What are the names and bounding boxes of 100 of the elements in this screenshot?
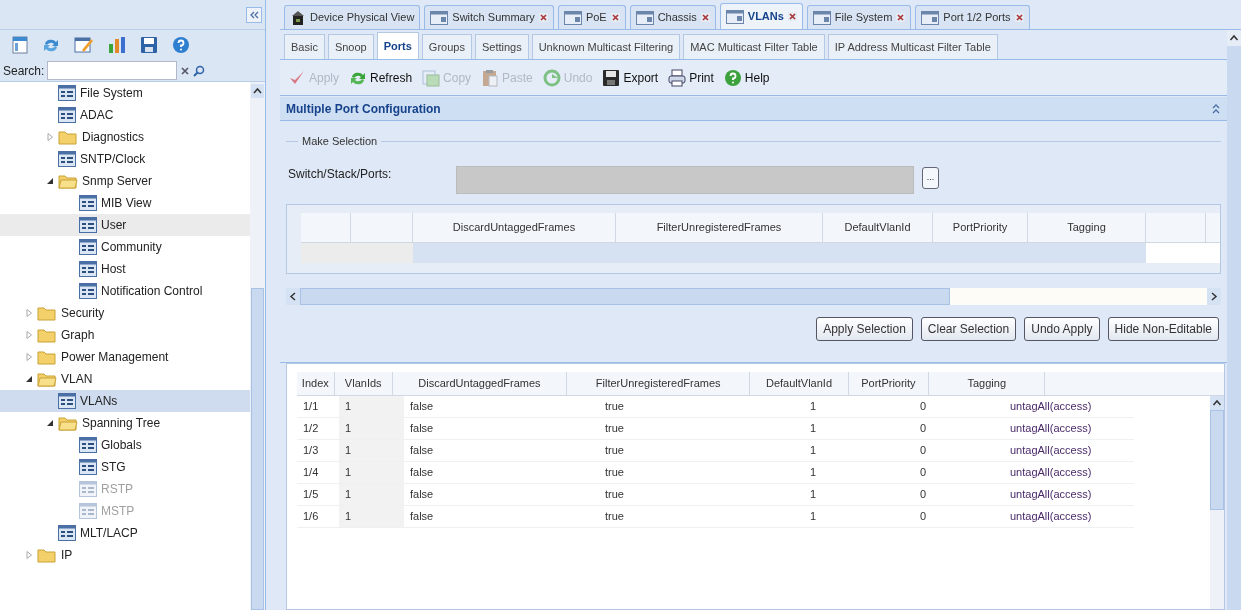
collapsed-arrow-icon[interactable] <box>25 551 33 559</box>
toolbar-button[interactable]: Help <box>723 68 770 87</box>
column-header[interactable]: Index <box>297 371 335 395</box>
tree-item[interactable]: File System <box>0 82 250 104</box>
close-icon[interactable] <box>1014 13 1024 22</box>
action-button[interactable]: Clear Selection <box>920 316 1017 341</box>
scroll-right-icon[interactable] <box>1207 287 1221 305</box>
search-field[interactable] <box>47 61 178 80</box>
toolbar-button[interactable]: Refresh <box>349 68 413 87</box>
document-tab[interactable]: PoE <box>557 5 626 29</box>
scrollbar-thumb[interactable] <box>300 287 950 305</box>
scroll-up-icon[interactable] <box>251 84 264 98</box>
help-icon <box>723 68 742 87</box>
expanded-arrow-icon[interactable] <box>46 177 54 185</box>
column-header[interactable]: DiscardUntaggedFrames <box>392 371 568 395</box>
collapsed-arrow-icon[interactable] <box>46 133 54 141</box>
tree-item-label: Security <box>61 305 105 322</box>
action-button[interactable]: Apply Selection <box>816 316 913 341</box>
expanded-arrow-icon[interactable] <box>46 419 54 427</box>
search-icon[interactable] <box>193 64 206 77</box>
document-tab[interactable]: File System <box>806 5 912 29</box>
clear-icon[interactable] <box>180 65 191 76</box>
toolbar-button[interactable]: Print <box>668 68 714 87</box>
collapsed-arrow-icon[interactable] <box>25 309 33 317</box>
action-button[interactable]: Undo Apply <box>1024 316 1100 341</box>
column-header[interactable]: Tagging <box>1028 212 1146 242</box>
tree-item[interactable]: MIB View <box>0 192 250 214</box>
column-header[interactable]: PortPriority <box>933 212 1028 242</box>
close-icon[interactable] <box>700 13 710 22</box>
tree-item[interactable]: User <box>0 214 250 236</box>
tab[interactable]: Basic <box>284 34 325 59</box>
help-icon[interactable] <box>172 36 190 54</box>
tree-item[interactable]: Community <box>0 236 250 258</box>
column-header[interactable]: DiscardUntaggedFrames <box>413 212 616 242</box>
tree-item[interactable]: Graph <box>0 324 250 346</box>
close-icon[interactable] <box>787 12 797 21</box>
tree-item[interactable]: Security <box>0 302 250 324</box>
column-header[interactable]: FilterUnregisteredFrames <box>616 212 823 242</box>
close-icon[interactable] <box>610 13 620 22</box>
document-tab[interactable]: Chassis <box>629 5 716 29</box>
tree-item[interactable]: Host <box>0 258 250 280</box>
scroll-left-icon[interactable] <box>286 287 300 305</box>
column-header[interactable]: DefaultVlanId <box>750 371 849 395</box>
table-cell-text: untagAll(access) <box>1009 420 1093 436</box>
edit-icon[interactable] <box>74 36 94 54</box>
document-tab[interactable]: Port 1/2 Ports <box>915 5 1030 29</box>
column-header[interactable]: FilterUnregisteredFrames <box>567 371 751 395</box>
page-icon <box>58 151 76 167</box>
tree-item[interactable]: MLT/LACP <box>0 522 250 544</box>
tree-item[interactable]: IP <box>0 544 250 566</box>
scrollbar-thumb[interactable] <box>251 288 264 610</box>
toolbar-button[interactable]: Export <box>602 68 659 87</box>
tab[interactable]: Unknown Multicast Filtering <box>531 34 681 59</box>
vertical-scrollbar[interactable] <box>1210 395 1224 609</box>
tree-item-label: Notification Control <box>101 283 203 300</box>
tree-item-label: Power Management <box>61 349 169 366</box>
table-cell-text: true <box>604 398 625 414</box>
collapsed-arrow-icon[interactable] <box>25 353 33 361</box>
action-button[interactable]: Hide Non-Editable <box>1107 316 1219 341</box>
tab[interactable]: Settings <box>474 34 529 59</box>
close-icon[interactable] <box>896 13 906 22</box>
tree-item[interactable]: Globals <box>0 434 250 456</box>
column-header[interactable]: PortPriority <box>848 371 930 395</box>
tab[interactable]: IP Address Multicast Filter Table <box>827 34 998 59</box>
vertical-scrollbar[interactable] <box>250 82 265 610</box>
document-tab[interactable]: VLANs <box>719 3 803 29</box>
tree-item[interactable]: Spanning Tree <box>0 412 250 434</box>
tree-item[interactable]: Power Management <box>0 346 250 368</box>
document-tab[interactable]: Device Physical View <box>284 5 421 29</box>
close-icon[interactable] <box>538 13 548 22</box>
collapse-sidebar-button[interactable] <box>246 6 262 23</box>
tree-item[interactable]: Notification Control <box>0 280 250 302</box>
tab[interactable]: Groups <box>421 34 472 59</box>
table-cell-text: 1 <box>809 464 818 480</box>
collapsed-arrow-icon[interactable] <box>25 331 33 339</box>
browse-button[interactable]: ... <box>922 166 939 189</box>
tree-item[interactable]: STG <box>0 456 250 478</box>
table-cell-text: true <box>604 464 625 480</box>
page-icon[interactable] <box>12 36 28 54</box>
tree-item[interactable]: VLAN <box>0 368 250 390</box>
tab[interactable]: Snoop <box>327 34 374 59</box>
ports-field[interactable] <box>456 165 914 194</box>
document-tab[interactable]: Switch Summary <box>424 5 554 29</box>
column-header[interactable]: Tagging <box>929 371 1046 395</box>
table-cell-text: true <box>604 442 625 458</box>
column-header[interactable]: DefaultVlanId <box>823 212 933 242</box>
expanded-arrow-icon[interactable] <box>25 375 33 383</box>
tree-item[interactable]: ADAC <box>0 104 250 126</box>
tree-item[interactable]: SNTP/Clock <box>0 148 250 170</box>
tab[interactable]: MAC Multicast Filter Table <box>683 34 825 59</box>
save-icon[interactable] <box>140 36 158 54</box>
tree-item[interactable]: Diagnostics <box>0 126 250 148</box>
horizontal-scrollbar[interactable] <box>286 287 1221 305</box>
scrollbar-thumb[interactable] <box>1210 409 1224 510</box>
tree-item[interactable]: VLANs <box>0 390 250 412</box>
tab[interactable]: Ports <box>376 32 419 59</box>
bar-chart-icon[interactable] <box>108 36 126 54</box>
tree-item[interactable]: Snmp Server <box>0 170 250 192</box>
column-header[interactable]: VlanIds <box>334 371 393 395</box>
collapse-icon[interactable] <box>1211 102 1221 115</box>
